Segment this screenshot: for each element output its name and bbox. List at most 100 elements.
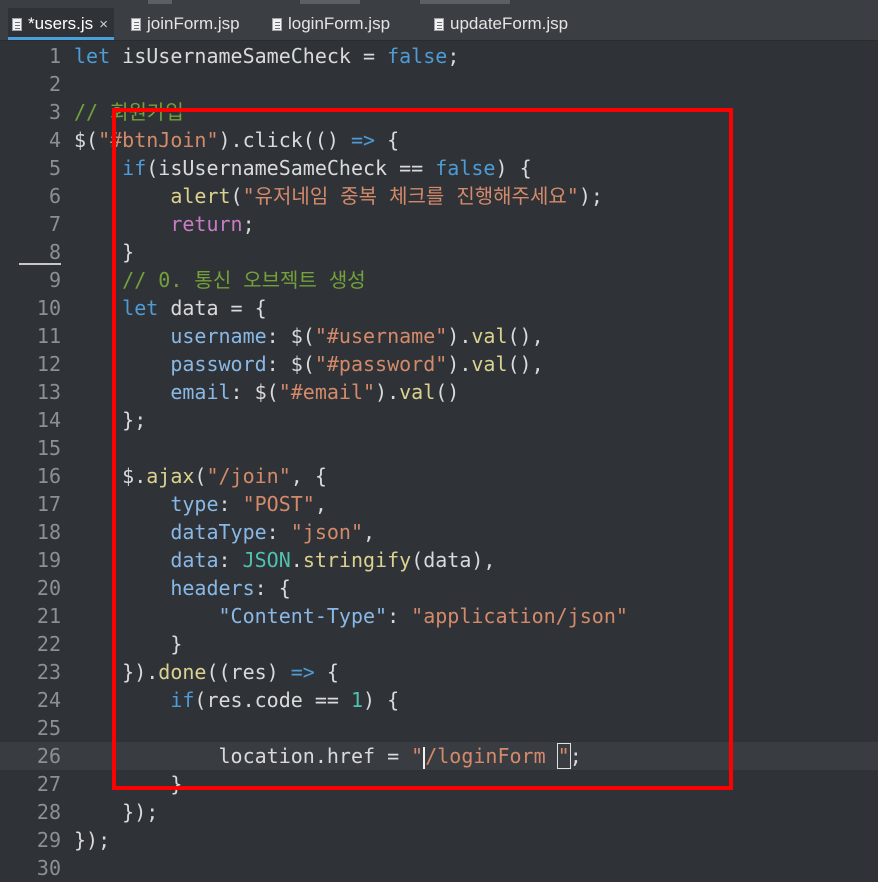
- code-line[interactable]: 22 }: [0, 630, 878, 658]
- code-line[interactable]: 23 }).done((res) => {: [0, 658, 878, 686]
- code-line[interactable]: 10 let data = {: [0, 294, 878, 322]
- tab-label: updateForm.jsp: [450, 14, 569, 33]
- tab-updateformjsp[interactable]: updateForm.jsp: [430, 8, 574, 40]
- tab-joinformjsp[interactable]: joinForm.jsp: [127, 8, 246, 40]
- code-line[interactable]: 1 let isUsernameSameCheck = false;: [0, 42, 878, 70]
- code-token: =>: [350, 128, 376, 152]
- code-token: :: [218, 548, 243, 572]
- code-line[interactable]: 25: [0, 714, 878, 742]
- code-token: : {: [254, 576, 291, 600]
- code-line[interactable]: 26 location.href = "/loginForm ";: [0, 742, 878, 770]
- code-token: (: [194, 464, 207, 488]
- code-token: ,: [314, 492, 327, 516]
- code-token: ;: [242, 212, 255, 236]
- code-token: : $(: [266, 324, 315, 348]
- code-token: };: [74, 408, 147, 432]
- code-token: {: [387, 128, 400, 152]
- code-text: });: [74, 826, 110, 854]
- code-token: ) {: [495, 156, 532, 180]
- code-token: );: [578, 184, 603, 208]
- code-line[interactable]: 28 });: [0, 798, 878, 826]
- line-number: 23: [36, 660, 61, 684]
- code-text: dataType: "json",: [74, 518, 375, 546]
- code-token: .: [290, 548, 303, 572]
- code-token: :: [387, 604, 412, 628]
- js-file-icon: [12, 17, 22, 31]
- code-token: headers: [170, 576, 255, 600]
- code-line[interactable]: 21 "Content-Type": "application/json": [0, 602, 878, 630]
- tab-loginformjsp[interactable]: loginForm.jsp: [268, 8, 396, 40]
- code-line[interactable]: 5 if(isUsernameSameCheck == false) {: [0, 154, 878, 182]
- line-number: 4: [48, 128, 61, 152]
- code-token: let: [74, 44, 111, 68]
- code-line[interactable]: 20 headers: {: [0, 574, 878, 602]
- line-number: 24: [36, 688, 61, 712]
- code-line[interactable]: 4 $("#btnJoin").click(() => {: [0, 126, 878, 154]
- code-text: $("#btnJoin").click(() => {: [74, 126, 399, 154]
- line-number: 25: [36, 716, 61, 740]
- code-token: ).: [375, 380, 400, 404]
- code-token: "#btnJoin": [98, 128, 219, 152]
- code-token: // 회원가입: [74, 100, 184, 124]
- code-line[interactable]: 27 }: [0, 770, 878, 798]
- code-line[interactable]: 15: [0, 434, 878, 462]
- code-token: (),: [507, 324, 544, 348]
- code-line[interactable]: 8 }: [0, 238, 878, 266]
- code-line[interactable]: 18 dataType: "json",: [0, 518, 878, 546]
- code-line[interactable]: 24 if(res.code == 1) {: [0, 686, 878, 714]
- code-line[interactable]: 3 // 회원가입: [0, 98, 878, 126]
- code-text: location.href = "/loginForm ";: [74, 742, 582, 770]
- code-token: username: [170, 324, 267, 348]
- code-line[interactable]: 9 // 0. 통신 오브젝트 생성: [0, 266, 878, 294]
- code-token: ) {: [363, 688, 400, 712]
- code-text: // 0. 통신 오브젝트 생성: [74, 266, 366, 294]
- code-line[interactable]: 7 return;: [0, 210, 878, 238]
- code-line[interactable]: 16 $.ajax("/join", {: [0, 462, 878, 490]
- code-line[interactable]: 2: [0, 70, 878, 98]
- line-number: 18: [36, 520, 61, 544]
- close-icon[interactable]: ×: [99, 16, 108, 33]
- code-line[interactable]: 14 };: [0, 406, 878, 434]
- line-number: 10: [36, 296, 61, 320]
- code-line[interactable]: 6 alert("유저네임 중복 체크를 진행해주세요");: [0, 182, 878, 210]
- code-token: :: [218, 492, 243, 516]
- code-token: "#email": [278, 380, 376, 404]
- code-token: return: [170, 212, 243, 236]
- code-editor[interactable]: 1 let isUsernameSameCheck = false; 2 3// 회원…: [0, 41, 878, 880]
- line-number: 9: [48, 268, 61, 292]
- code-token: dataType: [170, 520, 267, 544]
- line-number: 20: [36, 576, 61, 600]
- toolbar-strip: [0, 0, 878, 8]
- code-token: ajax: [146, 464, 195, 488]
- code-token: val: [471, 324, 508, 348]
- jsp-file-icon: [272, 17, 282, 31]
- code-text: data: JSON.stringify(data),: [74, 546, 495, 574]
- line-number: 5: [48, 156, 61, 180]
- code-line[interactable]: 19 data: JSON.stringify(data),: [0, 546, 878, 574]
- code-line[interactable]: 29});: [0, 826, 878, 854]
- code-line[interactable]: 12 password: $("#password").val(),: [0, 350, 878, 378]
- code-line[interactable]: 11 username: $("#username").val(),: [0, 322, 878, 350]
- code-text: alert("유저네임 중복 체크를 진행해주세요");: [74, 182, 603, 210]
- code-token: ;: [569, 744, 582, 768]
- code-text: email: $("#email").val(): [74, 378, 459, 406]
- tab-usersjs[interactable]: *users.js ×: [8, 8, 114, 40]
- code-line[interactable]: 13 email: $("#email").val(): [0, 378, 878, 406]
- code-text: $.ajax("/join", {: [74, 462, 327, 490]
- code-line[interactable]: 30: [0, 854, 878, 882]
- code-line[interactable]: 17 type: "POST",: [0, 490, 878, 518]
- code-text: "Content-Type": "application/json": [74, 602, 628, 630]
- code-token: (),: [507, 352, 544, 376]
- code-text: username: $("#username").val(),: [74, 322, 544, 350]
- jsp-file-icon: [434, 17, 444, 31]
- code-token: type: [170, 492, 219, 516]
- code-text: password: $("#password").val(),: [74, 350, 544, 378]
- code-token: "json": [290, 520, 363, 544]
- code-token: email: [170, 380, 231, 404]
